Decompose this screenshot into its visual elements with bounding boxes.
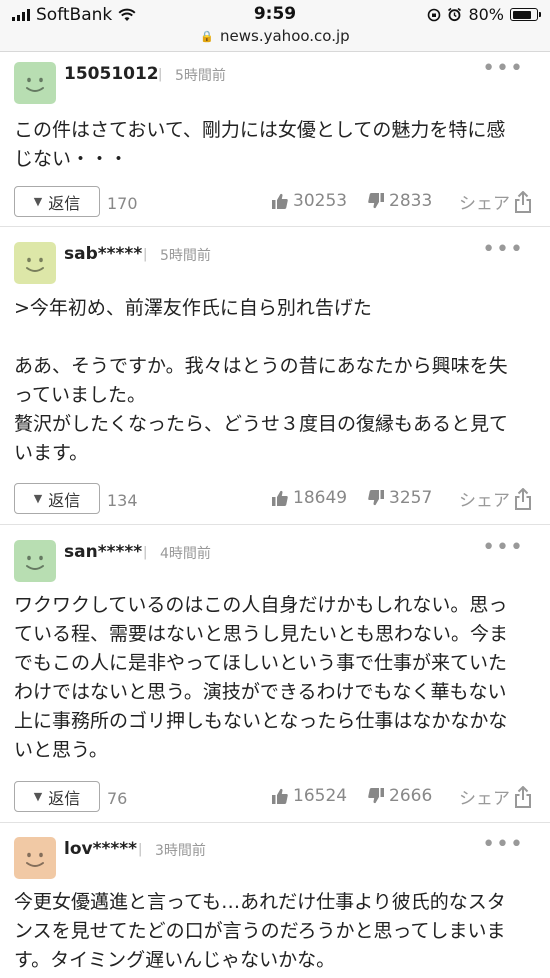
smiley-face-icon [26,257,44,272]
comment-text: この件はさておいて、剛力には女優としての魅力を特に感 じない・・・ [14,119,506,170]
share-icon [515,785,531,808]
url-text: news.yahoo.co.jp [220,27,350,45]
divider: | [143,545,148,560]
dislike-count: 2666 [389,786,433,806]
dislike-button[interactable]: 3257 [367,488,432,508]
thumbs-down-icon [368,788,384,804]
share-button[interactable]: シェア [459,784,532,809]
comment-text: 今更女優邁進と言っても…あれだけ仕事より彼氏的なスタ ンスを見せてたどの口が言う… [14,891,506,971]
avatar[interactable] [14,62,56,104]
username[interactable]: lov***** [64,839,137,859]
like-button[interactable]: 18649 [271,488,347,508]
username[interactable]: sab***** [64,244,142,264]
comment-text: ワクワクしているのはこの人自身だけかもしれない。思っ ている程、需要はないと思う… [14,594,509,761]
dislike-count: 2833 [389,191,433,211]
thumbs-down-icon [368,490,384,506]
dislike-button[interactable]: 2833 [367,191,432,211]
lock-icon: 🔒 [200,30,215,43]
like-count: 16524 [293,786,348,806]
comment-item: sab***** | 5時間前 ••• >今年初め、前澤友作氏に自ら別れ告げた … [0,227,550,525]
reply-count: 134 [107,491,138,510]
divider: | [158,67,163,82]
reply-button[interactable]: ▼ 返信 [14,186,100,217]
share-button[interactable]: シェア [459,486,532,511]
username[interactable]: san***** [64,542,142,562]
comment-item: san***** | 4時間前 ••• ワクワクしているのはこの人自身だけかもし… [0,525,550,823]
like-count: 18649 [293,488,348,508]
like-count: 30253 [293,191,348,211]
share-label: シェア [459,491,510,511]
more-options-icon[interactable]: ••• [482,237,524,262]
device-status: 80% [427,5,541,24]
share-label: シェア [459,194,510,214]
reply-button[interactable]: ▼ 返信 [14,483,100,514]
reply-count: 170 [107,194,138,213]
avatar[interactable] [14,540,56,582]
like-button[interactable]: 16524 [271,786,347,806]
timestamp: 5時間前 [160,248,211,264]
username[interactable]: 15051012 [64,64,159,84]
timestamp: 3時間前 [155,843,206,859]
reply-label: 返信 [48,788,81,808]
share-icon [515,190,531,213]
thumbs-up-icon [272,490,288,506]
reply-count: 76 [107,789,128,808]
thumbs-up-icon [272,193,288,209]
reply-button[interactable]: ▼ 返信 [14,781,100,812]
smiley-face-icon [26,555,44,570]
timestamp: 4時間前 [160,546,211,562]
share-label: シェア [459,789,510,809]
url-bar[interactable]: 🔒 news.yahoo.co.jp [0,27,550,45]
thumbs-up-icon [272,788,288,804]
comment-item: 15051012 | 5時間前 ••• この件はさておいて、剛力には女優としての… [0,52,550,227]
rotation-lock-icon [428,8,441,21]
reply-label: 返信 [48,193,81,213]
dislike-button[interactable]: 2666 [367,786,432,806]
share-button[interactable]: シェア [459,189,532,214]
caret-down-icon: ▼ [33,790,43,803]
alarm-icon [448,7,462,22]
comment-text: >今年初め、前澤友作氏に自ら別れ告げた ああ、そうですか。我々はとうの昔にあなた… [14,297,509,464]
avatar[interactable] [14,837,56,879]
timestamp: 5時間前 [175,68,226,84]
caret-down-icon: ▼ [33,492,43,505]
dislike-count: 3257 [389,488,433,508]
divider: | [138,842,143,857]
thumbs-down-icon [368,193,384,209]
reply-label: 返信 [48,490,81,510]
more-options-icon[interactable]: ••• [482,56,524,81]
battery-percent: 80% [468,5,504,24]
like-button[interactable]: 30253 [271,191,347,211]
battery-icon [510,8,541,21]
more-options-icon[interactable]: ••• [482,832,524,857]
status-bar: SoftBank 9:59 80% 🔒 news.yahoo.co.jp [0,0,550,52]
avatar[interactable] [14,242,56,284]
smiley-face-icon [26,852,44,867]
caret-down-icon: ▼ [33,195,43,208]
more-options-icon[interactable]: ••• [482,535,524,560]
divider: | [143,247,148,262]
comment-item: lov***** | 3時間前 ••• 今更女優邁進と言っても…あれだけ仕事より… [0,823,550,978]
smiley-face-icon [26,77,44,92]
share-icon [515,487,531,510]
